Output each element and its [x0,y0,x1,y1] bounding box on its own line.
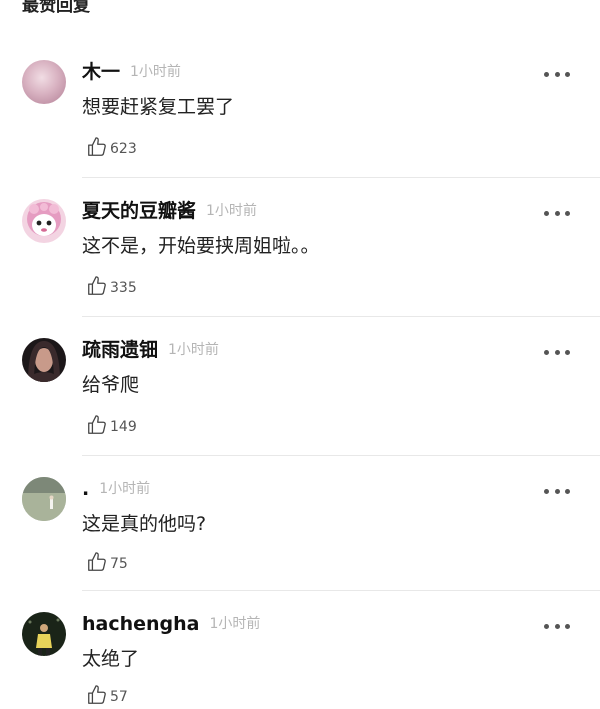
more-options-icon[interactable] [544,348,570,356]
timestamp: 1小时前 [209,616,261,632]
like-count: 623 [110,141,137,157]
pink-blur-avatar-icon [22,60,66,104]
avatar[interactable] [22,477,66,521]
like-button[interactable]: 335 [86,275,137,297]
outdoor-field-avatar-icon [22,477,66,521]
night-figure-avatar-icon [22,612,66,656]
divider [82,455,600,456]
author-name-text[interactable]: 夏天的豆瓣酱 [82,200,196,222]
thumbs-up-icon [88,276,106,295]
like-count: 57 [110,689,128,705]
comment-text: 给爷爬 [82,374,140,396]
timestamp: 1小时前 [99,481,151,497]
more-options-icon[interactable] [544,209,570,217]
like-button[interactable]: 623 [86,136,137,158]
timestamp: 1小时前 [168,342,219,358]
like-button[interactable]: 57 [86,684,128,706]
author-name-text[interactable]: . [82,478,89,500]
author-name[interactable]: . 1小时前 [82,475,150,503]
like-count: 335 [110,280,137,296]
timestamp: 1小时前 [130,64,181,80]
dark-portrait-avatar-icon [22,338,66,382]
comment-text: 这是真的他吗? [82,513,207,535]
author-name[interactable]: hachengha 1小时前 [82,610,260,638]
like-count: 75 [110,556,128,572]
comment-text: 想要赶紧复工罢了 [82,96,235,118]
author-name-text[interactable]: hachengha [82,613,200,635]
avatar[interactable] [22,60,66,104]
comment-text: 太绝了 [82,648,140,670]
author-name[interactable]: 夏天的豆瓣酱 1小时前 [82,197,257,225]
timestamp: 1小时前 [206,203,257,219]
author-name[interactable]: 木一 1小时前 [82,58,181,86]
thumbs-up-icon [88,685,106,704]
divider [82,177,600,178]
like-count: 149 [110,419,137,435]
thumbs-up-icon [88,415,106,434]
like-button[interactable]: 149 [86,414,137,436]
thumbs-up-icon [88,137,106,156]
author-name-text[interactable]: 木一 [82,61,120,83]
cartoon-character-avatar-icon [22,199,66,243]
author-name-text[interactable]: 疏雨遗钿 [82,339,158,361]
author-name[interactable]: 疏雨遗钿 1小时前 [82,336,219,364]
more-options-icon[interactable] [544,70,570,78]
comments-page: 最赞回复 木一 1小时前 想要赶紧复工罢了 623 夏天的豆瓣酱 1小时前 这不… [0,0,600,709]
divider [82,316,600,317]
avatar[interactable] [22,612,66,656]
avatar[interactable] [22,338,66,382]
divider [82,590,600,591]
like-button[interactable]: 75 [86,551,128,573]
thumbs-up-icon [88,552,106,571]
comment-text: 这不是，开始要挟周姐啦。。 [82,235,320,257]
more-options-icon[interactable] [544,487,570,495]
section-title: 最赞回复 [22,0,90,16]
avatar[interactable] [22,199,66,243]
more-options-icon[interactable] [544,622,570,630]
